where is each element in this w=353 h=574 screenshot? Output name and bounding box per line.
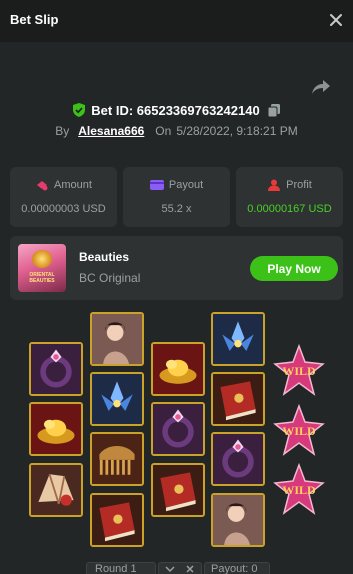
stat-amount-value: 0.00000003 USD: [21, 203, 106, 215]
on-label: On: [155, 124, 172, 138]
bet-id-text: Bet ID: 66523369763242140: [91, 102, 260, 118]
book-symbol-icon: [153, 465, 203, 515]
chevron-down-icon[interactable]: [165, 565, 175, 573]
bet-stats: Amount 0.00000003 USD Payout 55.2 x Prof…: [10, 167, 343, 227]
stat-amount-label: Amount: [54, 179, 92, 191]
reel-tile-comb: [90, 432, 144, 486]
round-selector-bar: Round 1 Payout: 0: [86, 562, 270, 574]
game-thumbnail-text: ORIENTAL BEAUTIES: [29, 272, 55, 284]
book-symbol-icon: [92, 495, 142, 545]
reel-tile-wild: WILD: [273, 343, 325, 396]
profit-icon: [268, 179, 281, 191]
close-round-icon[interactable]: [185, 565, 195, 573]
close-icon[interactable]: [327, 11, 345, 29]
lotus-symbol-icon: [213, 314, 263, 364]
coins-icon: [37, 181, 48, 191]
bet-slip-header: Bet Slip: [0, 0, 353, 42]
wild-symbol-text: WILD: [282, 424, 316, 438]
stat-profit-value: 0.00000167 USD: [247, 203, 332, 215]
round-select[interactable]: Round 1: [86, 562, 156, 574]
game-subtitle: BC Original: [79, 271, 141, 285]
reel-tile-wild: WILD: [273, 403, 325, 456]
reel-tile-lady: [90, 312, 144, 366]
wild-symbol-icon: WILD: [273, 403, 325, 456]
wild-symbol-icon: WILD: [273, 343, 325, 396]
stat-payout-value: 55.2 x: [161, 203, 192, 215]
reel-tile-book: [90, 493, 144, 547]
round-payout: Payout: 0: [204, 562, 270, 574]
bet-datetime: 5/28/2022, 9:18:21 PM: [176, 124, 298, 138]
bet-slip-title: Bet Slip: [10, 12, 59, 27]
reel-tile-lotus: [90, 372, 144, 426]
wallet-icon: [149, 180, 164, 190]
play-now-button[interactable]: Play Now: [250, 256, 338, 281]
game-thumbnail[interactable]: ORIENTAL BEAUTIES: [18, 244, 66, 292]
wild-symbol-icon: WILD: [273, 462, 325, 515]
stat-profit: Profit 0.00000167 USD: [236, 167, 343, 227]
book-symbol-icon: [213, 374, 263, 424]
stat-payout-label: Payout: [168, 179, 204, 191]
comb-symbol-icon: [92, 434, 142, 484]
reel-tile-book: [211, 372, 265, 426]
ring-symbol-icon: [153, 404, 203, 454]
stat-profit-label: Profit: [286, 179, 312, 191]
copy-icon[interactable]: [267, 103, 280, 117]
reel-tile-gold-ingot: [29, 402, 83, 456]
bet-author-row: By Alesana666 On 5/28/2022, 9:18:21 PM: [0, 122, 353, 140]
ring-symbol-icon: [213, 434, 263, 484]
reel-tile-gold-ingot: [151, 342, 205, 396]
round-nav-buttons: [158, 562, 202, 574]
game-card: ORIENTAL BEAUTIES Beauties BC Original P…: [10, 236, 343, 300]
stat-payout: Payout 55.2 x: [123, 167, 230, 227]
by-label: By: [55, 124, 70, 138]
game-thumbnail-badge: [32, 250, 52, 268]
reel-tile-book: [151, 463, 205, 517]
reel-tile-wild: WILD: [273, 462, 325, 515]
verified-shield-icon: [73, 103, 86, 117]
reel-tile-ring: [211, 432, 265, 486]
reel-tile-ring: [151, 402, 205, 456]
lady-symbol-icon: [92, 314, 142, 364]
share-icon[interactable]: [311, 78, 331, 96]
wild-symbol-text: WILD: [282, 364, 316, 378]
reel-tile-ring: [29, 342, 83, 396]
reel-tile-fan: [29, 463, 83, 517]
ring-symbol-icon: [31, 344, 81, 394]
gold-ingot-symbol-icon: [153, 344, 203, 394]
lady-symbol-icon: [213, 495, 263, 545]
reel-tile-lotus: [211, 312, 265, 366]
wild-symbol-text: WILD: [282, 483, 316, 497]
reel-tile-lady: [211, 493, 265, 547]
gold-ingot-symbol-icon: [31, 404, 81, 454]
game-name[interactable]: Beauties: [79, 250, 129, 264]
lotus-symbol-icon: [92, 374, 142, 424]
fan-symbol-icon: [31, 465, 81, 515]
username-link[interactable]: Alesana666: [78, 124, 144, 138]
stat-amount: Amount 0.00000003 USD: [10, 167, 117, 227]
bet-id-row: Bet ID: 66523369763242140: [0, 101, 353, 119]
